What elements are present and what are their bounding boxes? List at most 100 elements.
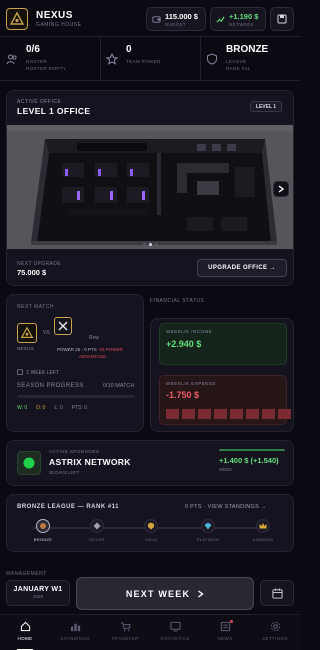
tier-name: SILVER bbox=[89, 537, 105, 542]
date-week: JANUARY W1 bbox=[13, 586, 63, 593]
income-value: +2.940 $ bbox=[166, 339, 202, 349]
networth-pill[interactable]: +1.190 $ NETWEEK bbox=[210, 7, 266, 31]
next-upgrade-value: 75.000 $ bbox=[17, 268, 47, 277]
transfer-icon bbox=[120, 622, 131, 632]
home-icon bbox=[20, 621, 30, 632]
trend-up-icon bbox=[216, 16, 225, 23]
office-tag: ACTIVE OFFICE bbox=[17, 99, 62, 105]
header-divider bbox=[0, 36, 300, 37]
office-render-image[interactable] bbox=[7, 125, 294, 249]
calendar-button[interactable] bbox=[260, 580, 294, 606]
nav-transfer[interactable]: TRANSFER bbox=[100, 615, 150, 650]
standings-icon bbox=[70, 623, 80, 632]
view-standings-link[interactable]: 0 PTS · VIEW STANDINGS → bbox=[185, 504, 267, 510]
expense-bar bbox=[278, 409, 291, 419]
nav-home[interactable]: HOME bbox=[0, 615, 50, 650]
nav-label: STANDINGS bbox=[60, 636, 90, 641]
expense-bar bbox=[230, 409, 243, 419]
next-match-card[interactable]: NEXT MATCH VS Row NEXUS POWER 25 - 0 PTS… bbox=[6, 294, 144, 432]
tier-name: DIAMOND bbox=[252, 537, 274, 542]
expense-bar bbox=[262, 409, 275, 419]
tier-silver[interactable]: SILVER bbox=[79, 519, 115, 542]
stat-divider bbox=[200, 36, 201, 80]
team-name: NEXUS bbox=[36, 10, 73, 21]
shield-icon bbox=[207, 53, 217, 65]
expense-bar bbox=[198, 409, 211, 419]
next-week-button[interactable]: NEXT WEEK bbox=[76, 577, 254, 610]
bottom-navigation: HOME STANDINGS TRANSFER STATISTICS NEWS … bbox=[0, 614, 300, 650]
sponsor-logo bbox=[17, 451, 41, 475]
roster-label: ROSTER bbox=[26, 59, 48, 64]
nav-standings[interactable]: STANDINGS bbox=[50, 615, 100, 650]
carousel-dot-active[interactable] bbox=[149, 243, 152, 246]
nexus-logo-icon bbox=[9, 11, 25, 25]
weeks-left-text: 1 WEEK LEFT bbox=[26, 370, 59, 376]
tier-diamond[interactable]: DIAMOND bbox=[245, 519, 281, 542]
nav-label: HOME bbox=[17, 636, 33, 641]
roster-sub: ROSTER EMPTY bbox=[26, 66, 67, 71]
tier-platinum[interactable]: PLATINUM bbox=[190, 519, 226, 542]
expense-bar bbox=[166, 409, 179, 419]
opponent-name: Row bbox=[89, 335, 100, 341]
crown-badge-icon bbox=[256, 519, 270, 533]
team-a-logo bbox=[17, 323, 37, 343]
power-advantage-suffix: ADVANTAGE bbox=[79, 354, 107, 359]
expense-value: -1.750 $ bbox=[166, 390, 200, 400]
users-icon bbox=[6, 54, 17, 65]
league-rank: RANK #11 bbox=[226, 66, 251, 71]
save-button[interactable] bbox=[270, 7, 294, 31]
sponsor-accent-bar bbox=[219, 449, 285, 451]
upgrade-office-button[interactable]: UPGRADE OFFICE → bbox=[197, 259, 287, 277]
gold-badge-icon bbox=[144, 519, 158, 533]
tier-bronze[interactable]: BRONZE bbox=[25, 519, 61, 542]
sponsor-name: ASTRIX NETWORK bbox=[49, 457, 131, 467]
roster-stat[interactable]: 0/6 ROSTER ROSTER EMPTY bbox=[6, 42, 96, 80]
nav-label: NEWS bbox=[217, 636, 233, 641]
office-card: ACTIVE OFFICE LEVEL 1 OFFICE LEVEL 1 NEX… bbox=[6, 90, 294, 286]
expense-bars bbox=[166, 409, 291, 419]
expense-title: WEEKLIK EXPENSE bbox=[166, 381, 217, 386]
budget-label: BUDGET bbox=[165, 22, 187, 27]
league-card[interactable]: BRONZE LEAGUE — RANK #11 0 PTS · VIEW ST… bbox=[6, 494, 294, 552]
opponent-logo bbox=[54, 317, 72, 335]
tier-gold[interactable]: GOLD bbox=[133, 519, 169, 542]
budget-value: 115.000 $ bbox=[165, 12, 198, 21]
nav-label: SETTINGS bbox=[262, 636, 288, 641]
carousel-dot[interactable] bbox=[143, 243, 146, 246]
crossed-swords-icon bbox=[58, 321, 68, 331]
nav-label: STATISTICS bbox=[160, 636, 190, 641]
nav-settings[interactable]: SETTINGS bbox=[250, 615, 300, 650]
news-icon bbox=[220, 621, 230, 632]
income-title: WEEKLIK INCOME bbox=[166, 329, 213, 334]
budget-pill[interactable]: 115.000 $ BUDGET bbox=[146, 7, 206, 31]
news-notification-dot bbox=[230, 620, 233, 623]
wins-count: W: 0 bbox=[17, 405, 28, 411]
sponsor-label: ACTIVE SPONSORS bbox=[49, 449, 100, 454]
season-progress-label: SEASON PROGRESS bbox=[17, 383, 84, 389]
save-icon bbox=[277, 14, 287, 24]
nav-label: TRANSFER bbox=[111, 636, 139, 641]
current-date[interactable]: JANUARY W1 2025 bbox=[6, 580, 70, 606]
draws-count: D: 0 bbox=[36, 405, 46, 411]
league-title: BRONZE LEAGUE — RANK #11 bbox=[17, 504, 120, 510]
carousel-dot[interactable] bbox=[155, 243, 158, 246]
next-slide-button[interactable] bbox=[273, 181, 289, 197]
weekly-expense-panel: WEEKLIK EXPENSE -1.750 $ bbox=[159, 375, 291, 425]
nav-news[interactable]: NEWS bbox=[200, 615, 250, 650]
power-stat[interactable]: 0 TEAM POWER bbox=[106, 42, 196, 80]
financial-status-card[interactable]: WEEKLIK INCOME +2.940 $ WEEKLIK EXPENSE … bbox=[150, 318, 294, 432]
nav-statistics[interactable]: STATISTICS bbox=[150, 615, 200, 650]
next-week-label: NEXT WEEK bbox=[125, 588, 191, 599]
sponsor-period: WEEK bbox=[219, 467, 233, 472]
league-stat[interactable]: BRONZE LEAGUE RANK #11 bbox=[206, 42, 296, 80]
power-advantage: -25 POWER bbox=[98, 347, 123, 352]
power-value: 0 bbox=[126, 44, 132, 55]
active-sponsor-card[interactable]: ACTIVE SPONSORS ASTRIX NETWORK 30 DAYS L… bbox=[6, 440, 294, 486]
office-title: LEVEL 1 OFFICE bbox=[17, 106, 91, 116]
statistics-icon bbox=[169, 621, 181, 632]
star-icon bbox=[106, 53, 118, 65]
chevron-right-icon bbox=[278, 185, 284, 193]
roster-value: 0/6 bbox=[26, 44, 40, 55]
tier-name: PLATINUM bbox=[196, 537, 220, 542]
date-year: 2025 bbox=[32, 594, 43, 599]
